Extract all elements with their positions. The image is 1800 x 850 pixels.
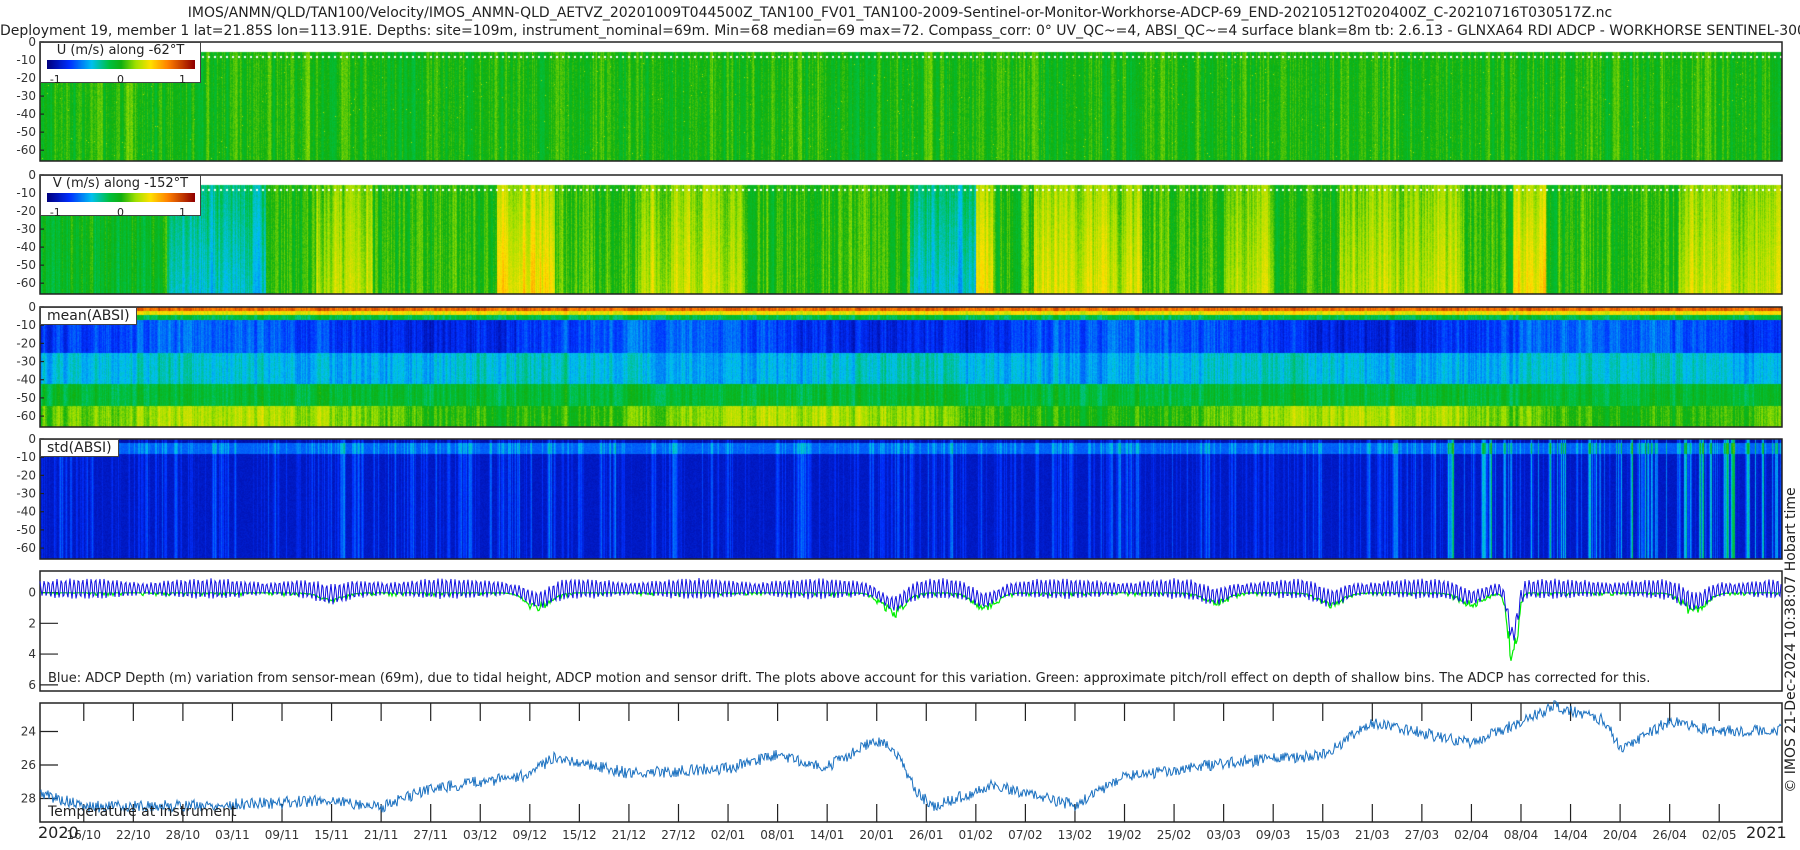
x-tick-label: 03/12	[463, 828, 498, 842]
x-tick-label: 09/11	[265, 828, 300, 842]
y-tick-label: -40	[16, 240, 36, 254]
y-tick-label: -30	[16, 222, 36, 236]
y-tick-label: 0	[28, 35, 36, 49]
y-tick-label: -50	[16, 391, 36, 405]
u-legend-title: U (m/s) along -62°T	[56, 43, 185, 58]
colorbar-tick: 1	[179, 73, 186, 86]
colorbar-tick: 0	[117, 73, 124, 86]
x-tick-label: 15/11	[314, 828, 349, 842]
std-absi-label: std(ABSI)	[40, 439, 119, 457]
x-tick-label: 26/04	[1652, 828, 1687, 842]
x-tick-label: 27/03	[1405, 828, 1440, 842]
panel-frame-0	[39, 41, 1783, 162]
y-tick-label: -60	[16, 541, 36, 555]
temperature-line	[39, 700, 1782, 813]
x-tick-label: 03/11	[215, 828, 250, 842]
y-tick-label: -30	[16, 355, 36, 369]
x-tick-label: 22/10	[116, 828, 151, 842]
colorbar-tick: 1	[179, 206, 186, 219]
x-tick-label: 07/02	[1008, 828, 1043, 842]
y-tick-label: -60	[16, 276, 36, 290]
y-tick-label: -40	[16, 373, 36, 387]
x-tick-label: 01/02	[959, 828, 994, 842]
y-tick-label: -20	[16, 336, 36, 350]
year-end-label: 2021	[1746, 823, 1787, 842]
y-tick-label: -30	[16, 487, 36, 501]
y-tick-label: -20	[16, 468, 36, 482]
x-tick-label: 27/12	[661, 828, 696, 842]
copyright-timestamp: © IMOS 21-Dec-2024 10:38:07 Hobart time	[1783, 487, 1799, 793]
u-colorbar	[46, 60, 195, 69]
colorbar-tick: 0	[117, 206, 124, 219]
x-tick-label: 27/11	[413, 828, 448, 842]
mean-absi-label: mean(ABSI)	[40, 307, 137, 325]
y-tick-label: -20	[16, 71, 36, 85]
y-tick-label: -10	[16, 186, 36, 200]
y-tick-label: 24	[21, 724, 36, 738]
y-tick-label: 28	[21, 792, 36, 806]
y-tick-label: -50	[16, 258, 36, 272]
y-tick-label: -30	[16, 89, 36, 103]
panel-frame-1	[39, 174, 1783, 295]
colorbar-tick: -1	[49, 206, 61, 219]
y-tick-label: -50	[16, 523, 36, 537]
x-tick-label: 09/12	[513, 828, 548, 842]
x-tick-label: 25/02	[1157, 828, 1192, 842]
v-colorbar	[46, 193, 195, 202]
y-tick-label: 6	[28, 678, 36, 692]
x-tick-label: 19/02	[1107, 828, 1142, 842]
x-tick-label: 14/04	[1553, 828, 1588, 842]
v-legend-title: V (m/s) along -152°T	[52, 176, 189, 191]
x-tick-label: 21/12	[612, 828, 647, 842]
axes-overlay: 0-10-20-30-40-50-600-10-20-30-40-50-600-…	[16, 35, 1783, 842]
x-tick-label: 14/01	[810, 828, 845, 842]
x-tick-label: 13/02	[1058, 828, 1093, 842]
colorbar-tick: -1	[49, 73, 61, 86]
x-tick-label: 20/04	[1603, 828, 1638, 842]
y-tick-label: -50	[16, 125, 36, 139]
x-tick-label: 15/03	[1305, 828, 1340, 842]
panel-frame-3	[39, 438, 1783, 560]
u-legend: U (m/s) along -62°T -1 0 1	[40, 42, 201, 86]
x-tick-label: 09/03	[1256, 828, 1291, 842]
year-start-label: 2020	[38, 823, 79, 842]
y-tick-label: 0	[28, 300, 36, 314]
y-tick-label: 26	[21, 758, 36, 772]
x-tick-label: 02/01	[711, 828, 746, 842]
v-legend: V (m/s) along -152°T -1 0 1	[40, 175, 201, 219]
x-tick-label: 08/04	[1504, 828, 1539, 842]
x-tick-label: 15/12	[562, 828, 597, 842]
depth-annotation: Blue: ADCP Depth (m) variation from sens…	[48, 671, 1651, 686]
y-tick-label: -10	[16, 450, 36, 464]
y-tick-label: -60	[16, 143, 36, 157]
y-tick-label: -10	[16, 318, 36, 332]
y-tick-label: -60	[16, 409, 36, 423]
x-tick-label: 08/01	[760, 828, 795, 842]
y-tick-label: 0	[28, 586, 36, 600]
x-tick-label: 02/04	[1454, 828, 1489, 842]
temperature-label: Temperature at instrument	[48, 804, 237, 820]
x-tick-label: 21/11	[364, 828, 399, 842]
y-tick-label: -10	[16, 53, 36, 67]
y-tick-label: 0	[28, 432, 36, 446]
x-tick-label: 21/03	[1355, 828, 1390, 842]
y-tick-label: -40	[16, 107, 36, 121]
x-tick-label: 28/10	[166, 828, 201, 842]
y-tick-label: -20	[16, 204, 36, 218]
panel-frame-2	[39, 306, 1783, 428]
y-tick-label: 4	[28, 647, 36, 661]
x-tick-label: 02/05	[1702, 828, 1737, 842]
x-tick-label: 20/01	[859, 828, 894, 842]
y-tick-label: 2	[28, 616, 36, 630]
y-tick-label: -40	[16, 505, 36, 519]
x-tick-label: 26/01	[909, 828, 944, 842]
x-tick-label: 03/03	[1206, 828, 1241, 842]
y-tick-label: 0	[28, 168, 36, 182]
